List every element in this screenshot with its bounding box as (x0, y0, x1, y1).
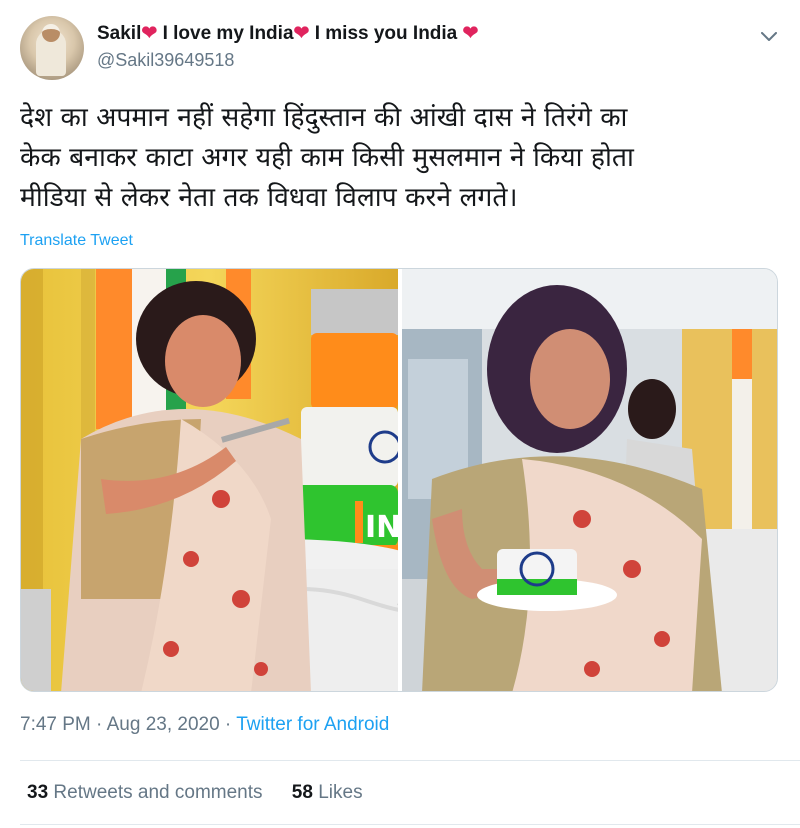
divider (20, 824, 800, 825)
likes-label: Likes (312, 782, 363, 803)
tweet-stats: 33 Retweets and comments 58 Likes (27, 782, 387, 804)
avatar-head (42, 24, 60, 42)
media-photo-right[interactable] (402, 269, 777, 691)
translate-tweet-link[interactable]: Translate Tweet (20, 232, 133, 250)
tweet-timestamp: 7:47 PM · Aug 23, 2020 · Twitter for And… (20, 714, 389, 736)
display-name-part-2: I love my India (157, 23, 294, 44)
avatar[interactable] (20, 16, 84, 80)
display-name[interactable]: Sakil❤ I love my India❤ I miss you India… (97, 22, 478, 46)
heart-icon: ❤ (293, 23, 310, 44)
media-photo-left[interactable]: IN (21, 269, 398, 691)
likes-stat[interactable]: 58 Likes (292, 782, 363, 803)
cake-slice-photo (402, 269, 777, 691)
tweet-card: Sakil❤ I love my India❤ I miss you India… (0, 0, 800, 828)
tweet-media: IN (20, 268, 778, 692)
author-block: Sakil❤ I love my India❤ I miss you India… (97, 22, 478, 72)
timestamp-separator: · (90, 714, 107, 735)
user-handle[interactable]: @Sakil39649518 (97, 48, 478, 72)
retweets-stat[interactable]: 33 Retweets and comments (27, 782, 263, 803)
timestamp-separator: · (219, 714, 237, 735)
more-options-button[interactable] (758, 26, 780, 48)
cake-cutting-photo: IN (21, 269, 398, 691)
tweet-date[interactable]: Aug 23, 2020 (107, 714, 220, 735)
display-name-part-1: Sakil (97, 23, 142, 44)
heart-icon: ❤ (462, 23, 479, 44)
cake-lettering: IN (365, 510, 398, 545)
retweets-count: 33 (27, 782, 49, 803)
likes-count: 58 (291, 782, 313, 803)
chevron-down-icon (761, 32, 777, 41)
display-name-part-3: I miss you India (309, 23, 463, 44)
divider (20, 760, 800, 761)
tweet-source-link[interactable]: Twitter for Android (236, 714, 389, 735)
retweets-label: Retweets and comments (48, 782, 263, 803)
tweet-text: देश का अपमान नहीं सहेगा हिंदुस्तान की आं… (20, 102, 634, 213)
tweet-time[interactable]: 7:47 PM (20, 714, 91, 735)
heart-icon: ❤ (141, 23, 158, 44)
